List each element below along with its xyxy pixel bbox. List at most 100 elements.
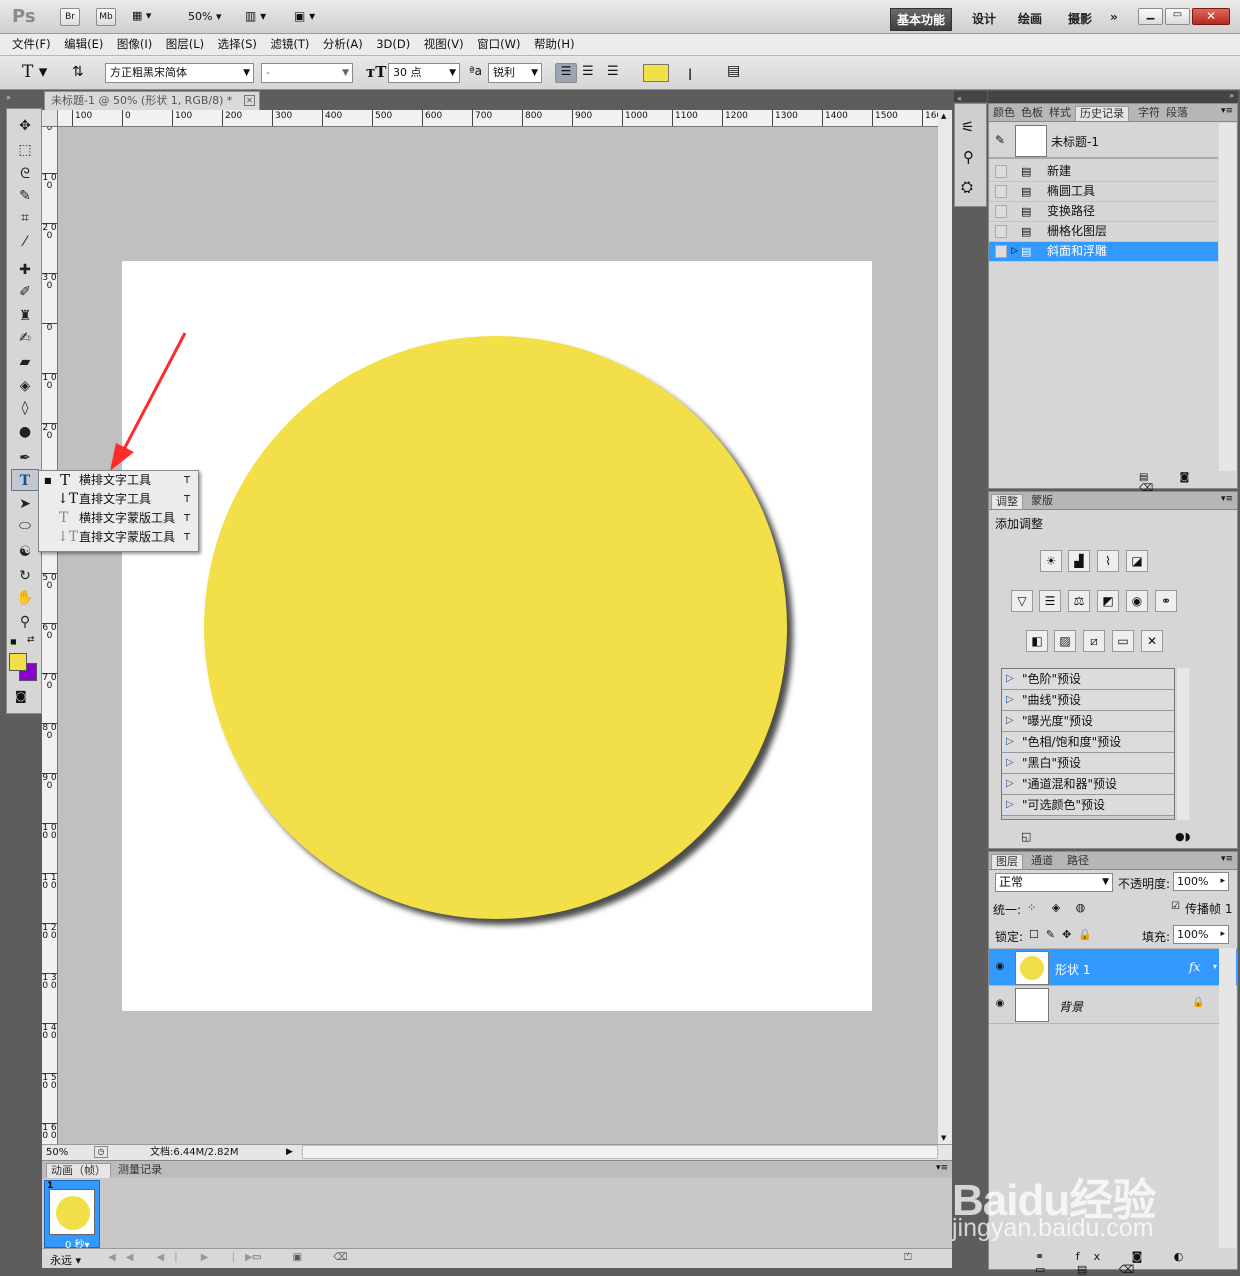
horizontal-ruler[interactable]: 100 0 100 200 300 400 500 600 700 800 900 1000 1100 1… [58,110,938,127]
panel-menu-icon[interactable]: ▾≡ [936,1163,948,1173]
exposure-icon[interactable]: ◪ [1126,550,1148,572]
more-workspaces-icon[interactable]: » [1104,8,1124,26]
lock-icons[interactable]: ☐✎✥🔒 [1029,928,1099,941]
font-style-dropdown[interactable]: - ▼ [261,63,353,83]
align-right-button[interactable]: ☰ [607,64,619,79]
status-zoom[interactable]: 50% [46,1145,68,1160]
font-family-dropdown[interactable]: 方正粗黑宋简体 ▼ [105,63,254,83]
history-item[interactable]: ▤ 栅格化图层 [989,222,1218,242]
preset-selective-color[interactable]: ▷ "可选颜色"预设 [1002,795,1174,816]
tab-character[interactable]: 字符 [1134,106,1164,120]
panel-menu-icon[interactable]: ▾≡ [1221,494,1233,504]
invert-icon[interactable]: ◧ [1026,630,1048,652]
presets-scrollbar[interactable] [1177,668,1189,820]
align-left-button[interactable]: ☰ [555,63,577,83]
brightness-contrast-icon[interactable]: ☀ [1040,550,1062,572]
scroll-down-icon[interactable]: ▼ [941,1134,946,1142]
vibrance-icon[interactable]: ▽ [1011,590,1033,612]
tab-masks[interactable]: 蒙版 [1027,494,1057,508]
workspace-design[interactable]: 设计 [966,8,1002,29]
menu-filter[interactable]: 滤镜(T) [265,34,314,55]
status-menu-arrow-icon[interactable]: ▶ [286,1145,293,1160]
type-tool-icon[interactable]: T [11,469,39,491]
workspace-essentials[interactable]: 基本功能 [890,8,953,31]
character-panel-icon[interactable]: ▤ [727,63,740,79]
preset-black-white[interactable]: ▷ "黑白"预设 [1002,753,1174,774]
panel-menu-icon[interactable]: ▾≡ [1221,854,1233,864]
menu-file[interactable]: 文件(F) [7,34,56,55]
view-extras-icon[interactable]: ▦ ▾ [132,9,162,25]
fill-input[interactable]: 100% ▸ [1173,925,1229,944]
menu-help[interactable]: 帮助(H) [529,34,580,55]
menu-3d[interactable]: 3D(D) [371,34,415,55]
mini-bridge-button[interactable]: Mb [96,8,116,26]
layer-name[interactable]: 背景 [1059,998,1083,1015]
effects-expand-icon[interactable]: ▾ [1213,962,1217,971]
history-checkbox[interactable] [995,185,1007,198]
preset-channel-mixer[interactable]: ▷ "通道混和器"预设 [1002,774,1174,795]
swap-colors-icon[interactable]: ⇄ [27,635,35,645]
foreground-color-swatch[interactable] [9,653,27,671]
expand-triangle-icon[interactable]: ▷ [1006,732,1014,752]
frame-action-icons[interactable]: ▭ ▣ ⌫ [252,1252,361,1263]
brush-tool-icon[interactable]: ✐ [11,281,39,303]
layers-scrollbar[interactable] [1219,948,1236,1248]
text-orientation-icon[interactable]: ⇅ [72,64,84,80]
layer-visibility-eye-icon[interactable]: ◉ [993,961,1007,973]
history-item[interactable]: ▤ 变换路径 [989,202,1218,222]
threshold-icon[interactable]: ⧄ [1083,630,1105,652]
tab-color[interactable]: 颜色 [989,106,1019,120]
flyout-item-horizontal-type-mask[interactable]: T 横排文字蒙版工具 T [39,509,198,528]
playback-buttons[interactable]: ◀◀ ◀| ▶ |▶ [108,1252,263,1263]
dodge-tool-icon[interactable]: ● [11,421,39,443]
preset-hue-saturation[interactable]: ▷ "色相/饱和度"预设 [1002,732,1174,753]
document-tab[interactable]: 未标题-1 @ 50% (形状 1, RGB/8) * ✕ [44,91,260,111]
blend-mode-dropdown[interactable]: 正常 ▼ [995,873,1113,892]
color-balance-icon[interactable]: ⚖ [1068,590,1090,612]
history-checkbox[interactable] [995,245,1007,258]
3d-orbit-icon[interactable]: ↻ [11,565,39,587]
tab-history[interactable]: 历史记录 [1075,106,1129,121]
default-colors-icon[interactable]: ◼ [10,637,17,646]
arrange-documents-icon[interactable]: ▥ ▾ [245,9,266,23]
history-scrollbar[interactable] [1219,123,1236,471]
antialias-dropdown[interactable]: 锐利 ▼ [488,63,542,83]
menu-view[interactable]: 视图(V) [419,34,469,55]
selective-color-icon[interactable]: ✕ [1141,630,1163,652]
screen-mode-icon[interactable]: ▣ ▾ [294,9,315,23]
preset-exposure[interactable]: ▷ "曝光度"预设 [1002,711,1174,732]
maximize-icon[interactable]: ▭ [1165,8,1190,25]
tab-styles[interactable]: 样式 [1045,106,1075,120]
tab-paths[interactable]: 路径 [1063,854,1093,868]
channel-mixer-icon[interactable]: ⚭ [1155,590,1177,612]
minimize-icon[interactable]: ▁ [1138,8,1163,25]
black-white-icon[interactable]: ◩ [1097,590,1119,612]
timeline-toggle-icon[interactable]: ⏍ [904,1252,912,1263]
pen-tool-icon[interactable]: ✒ [11,447,39,469]
tool-preset-icon[interactable]: T ▾ [22,62,47,82]
history-checkbox[interactable] [995,225,1007,238]
path-selection-icon[interactable]: ➤ [11,493,39,515]
expanded-view-icon[interactable]: ◱ [1021,830,1031,843]
status-info-icon[interactable]: ◷ [94,1146,108,1158]
clone-source-dock-icon[interactable]: ⛭ [961,178,973,196]
3d-rotate-icon[interactable]: ☯ [11,541,39,563]
bridge-button[interactable]: Br [60,8,80,26]
menu-image[interactable]: 图像(I) [112,34,157,55]
tab-adjustments[interactable]: 调整 [991,494,1023,509]
layer-name[interactable]: 形状 1 [1055,961,1090,978]
expand-triangle-icon[interactable]: ▷ [1006,690,1014,710]
quick-select-tool-icon[interactable]: ✎ [11,185,39,207]
flyout-item-horizontal-type[interactable]: ■ T 横排文字工具 T [39,471,198,490]
quick-mask-icon[interactable]: ◙ [15,689,27,703]
photo-filter-icon[interactable]: ◉ [1126,590,1148,612]
propagate-checkbox[interactable]: ☑ [1171,901,1180,912]
move-tool-icon[interactable]: ✥ [11,115,39,137]
flyout-item-vertical-type[interactable]: ↓T 直排文字工具 T [39,490,198,509]
history-item[interactable]: ▤ 椭圆工具 [989,182,1218,202]
history-checkbox[interactable] [995,205,1007,218]
collapse-toolbox-icon[interactable]: » [6,93,11,102]
close-icon[interactable]: ✕ [1192,8,1230,25]
text-color-swatch[interactable] [643,64,669,82]
tool-presets-dock-icon[interactable]: ⚟ [961,118,974,136]
